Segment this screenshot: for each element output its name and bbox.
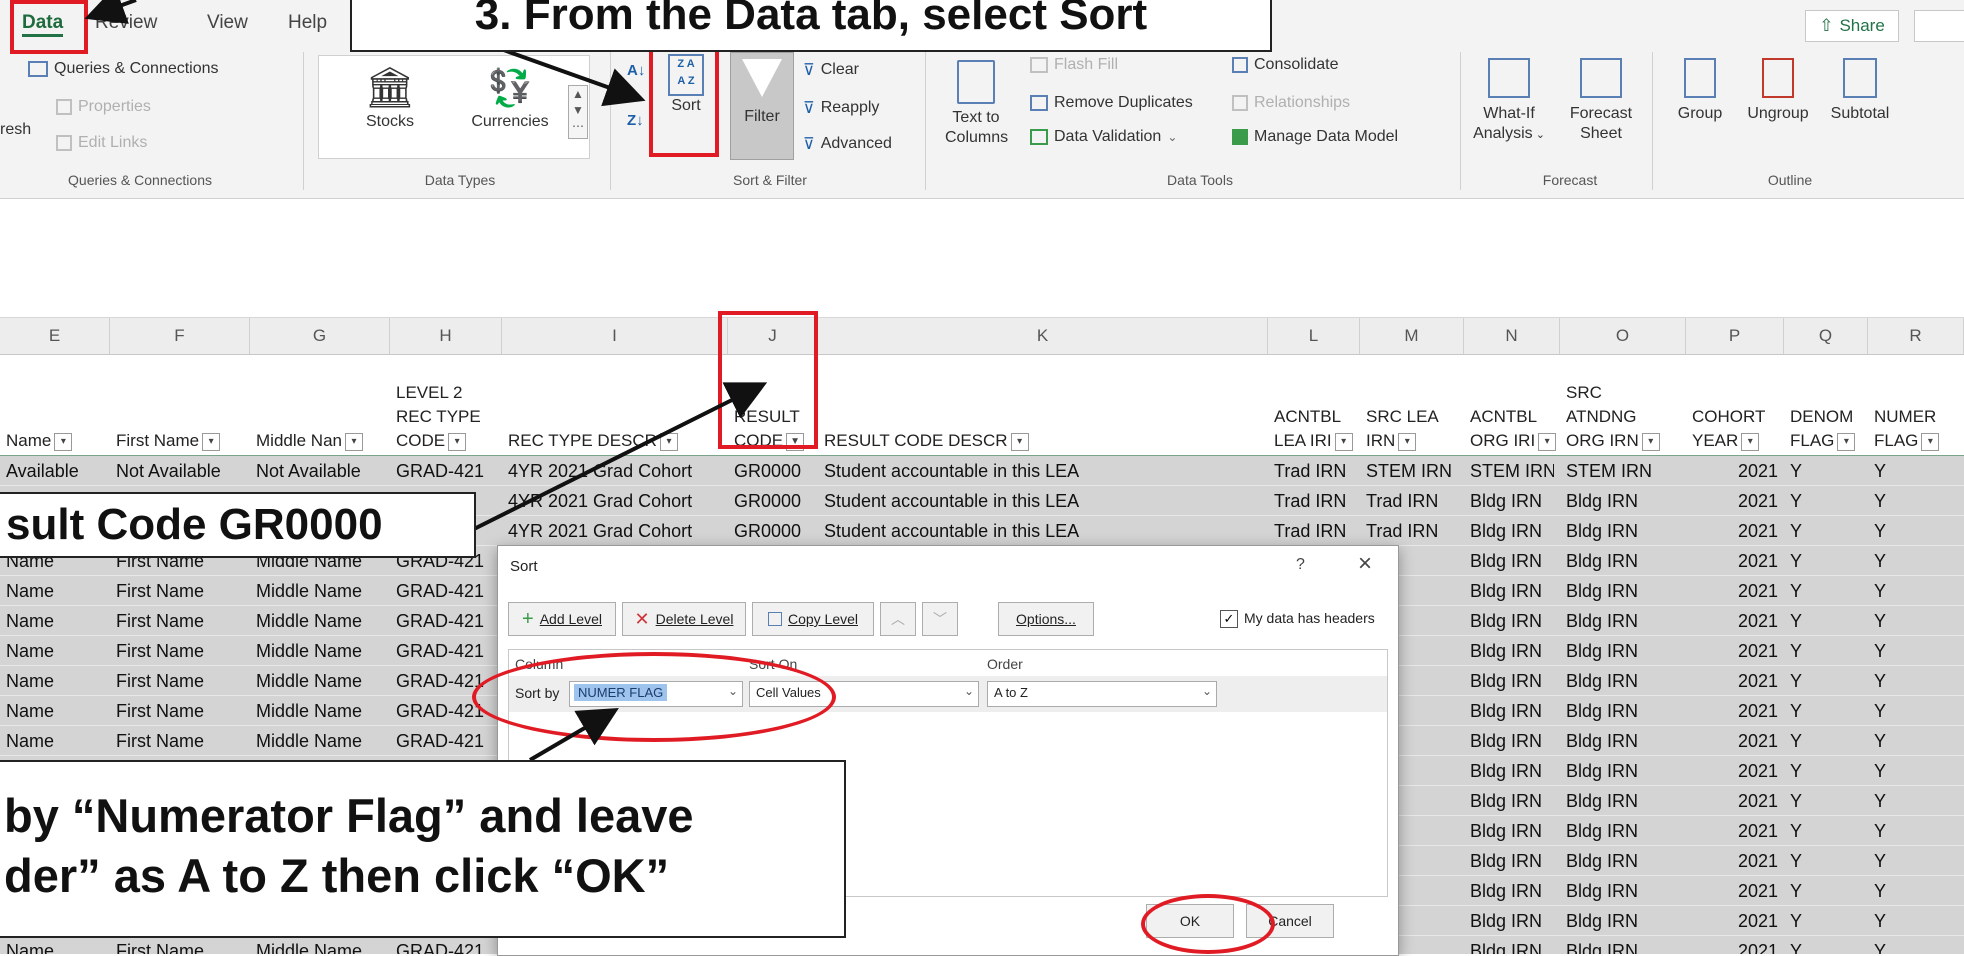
sort-instruction-callout: by “Numerator Flag” and leave der” as A … <box>0 760 846 938</box>
arrow-to-data-tab <box>84 0 137 24</box>
result-code-callout: sult Code GR0000 <box>0 492 476 558</box>
arrow-to-result-code <box>471 382 768 532</box>
arrow-to-sort-by <box>528 707 619 762</box>
sort-instruction-line-1: by “Numerator Flag” and leave <box>4 789 694 842</box>
sort-instruction-line-2: der” as A to Z then click “OK” <box>4 849 670 902</box>
step-3-callout: 3. From the Data tab, select Sort <box>350 0 1272 52</box>
